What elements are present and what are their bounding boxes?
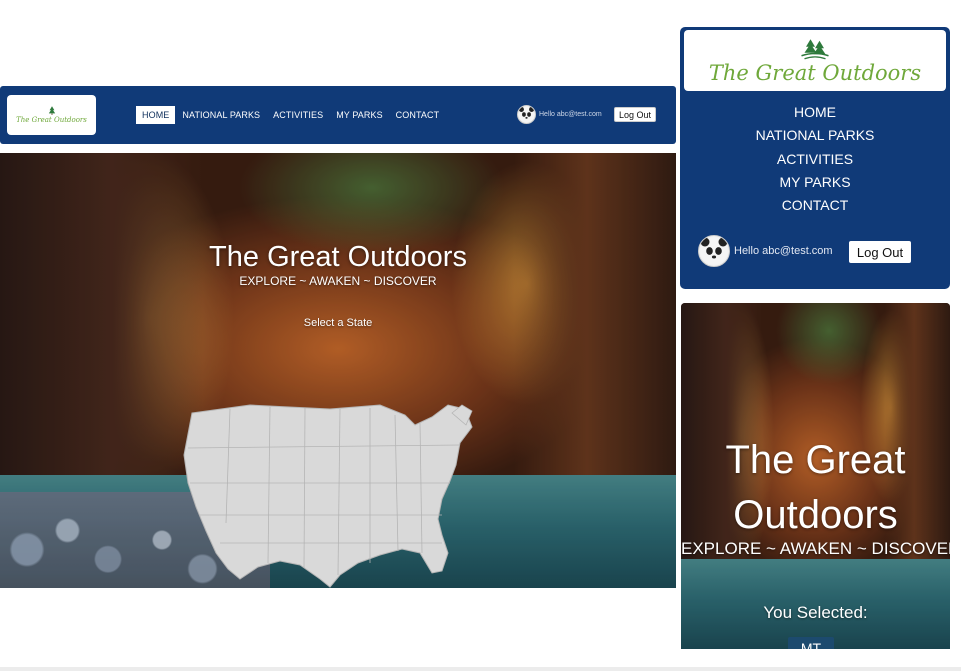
mobile-navbar: The Great Outdoors HOME NATIONAL PARKS A…	[680, 27, 950, 289]
screenshot-stage: The Great Outdoors HOME NATIONAL PARKS A…	[0, 0, 961, 671]
hero-title: The Great Outdoors	[209, 241, 467, 273]
nav-home[interactable]: HOME	[680, 101, 950, 124]
page-divider	[0, 667, 961, 671]
logo-text: The Great Outdoors	[16, 116, 87, 124]
panda-avatar-icon	[698, 235, 730, 267]
hero-tagline: EXPLORE ~ AWAKEN ~ DISCOVER	[681, 539, 950, 558]
nav-my-parks[interactable]: MY PARKS	[680, 171, 950, 194]
mobile-hero: The Great Outdoors EXPLORE ~ AWAKEN ~ DI…	[681, 303, 950, 649]
desktop-navbar: The Great Outdoors HOME NATIONAL PARKS A…	[0, 86, 676, 144]
hero-title: The Great Outdoors	[725, 438, 906, 537]
nav-home[interactable]: HOME	[136, 106, 176, 124]
select-state-prompt: Select a State	[303, 317, 373, 329]
user-greeting: Hello abc@test.com	[539, 111, 602, 118]
selected-state-badge[interactable]: MT	[788, 637, 834, 649]
nav-national-parks[interactable]: NATIONAL PARKS	[176, 106, 266, 124]
desktop-menu: HOME NATIONAL PARKS ACTIVITIES MY PARKS …	[136, 106, 446, 124]
logout-button[interactable]: Log Out	[849, 241, 911, 263]
mobile-menu: HOME NATIONAL PARKS ACTIVITIES MY PARKS …	[680, 101, 950, 217]
mobile-user-info: Hello abc@test.com	[698, 235, 833, 267]
user-greeting: Hello abc@test.com	[734, 245, 833, 257]
desktop-logo[interactable]: The Great Outdoors	[7, 95, 96, 135]
panda-avatar-icon	[517, 105, 536, 124]
logo-text: The Great Outdoors	[708, 60, 922, 85]
us-states-map[interactable]	[180, 403, 490, 588]
nav-national-parks[interactable]: NATIONAL PARKS	[680, 124, 950, 147]
nav-contact[interactable]: CONTACT	[680, 194, 950, 217]
nav-contact[interactable]: CONTACT	[390, 106, 446, 124]
hero-tagline: EXPLORE ~ AWAKEN ~ DISCOVER	[239, 274, 437, 288]
pine-trees-icon	[48, 106, 55, 115]
desktop-user-info: Hello abc@test.com	[517, 105, 602, 124]
nav-my-parks[interactable]: MY PARKS	[330, 106, 388, 124]
selected-label: You Selected:	[763, 603, 868, 622]
desktop-hero: The Great Outdoors EXPLORE ~ AWAKEN ~ DI…	[0, 153, 676, 588]
mobile-logo[interactable]: The Great Outdoors	[684, 30, 946, 91]
pine-trees-icon	[801, 38, 829, 59]
nav-activities[interactable]: ACTIVITIES	[680, 148, 950, 171]
logout-button[interactable]: Log Out	[614, 107, 656, 122]
nav-activities[interactable]: ACTIVITIES	[267, 106, 329, 124]
